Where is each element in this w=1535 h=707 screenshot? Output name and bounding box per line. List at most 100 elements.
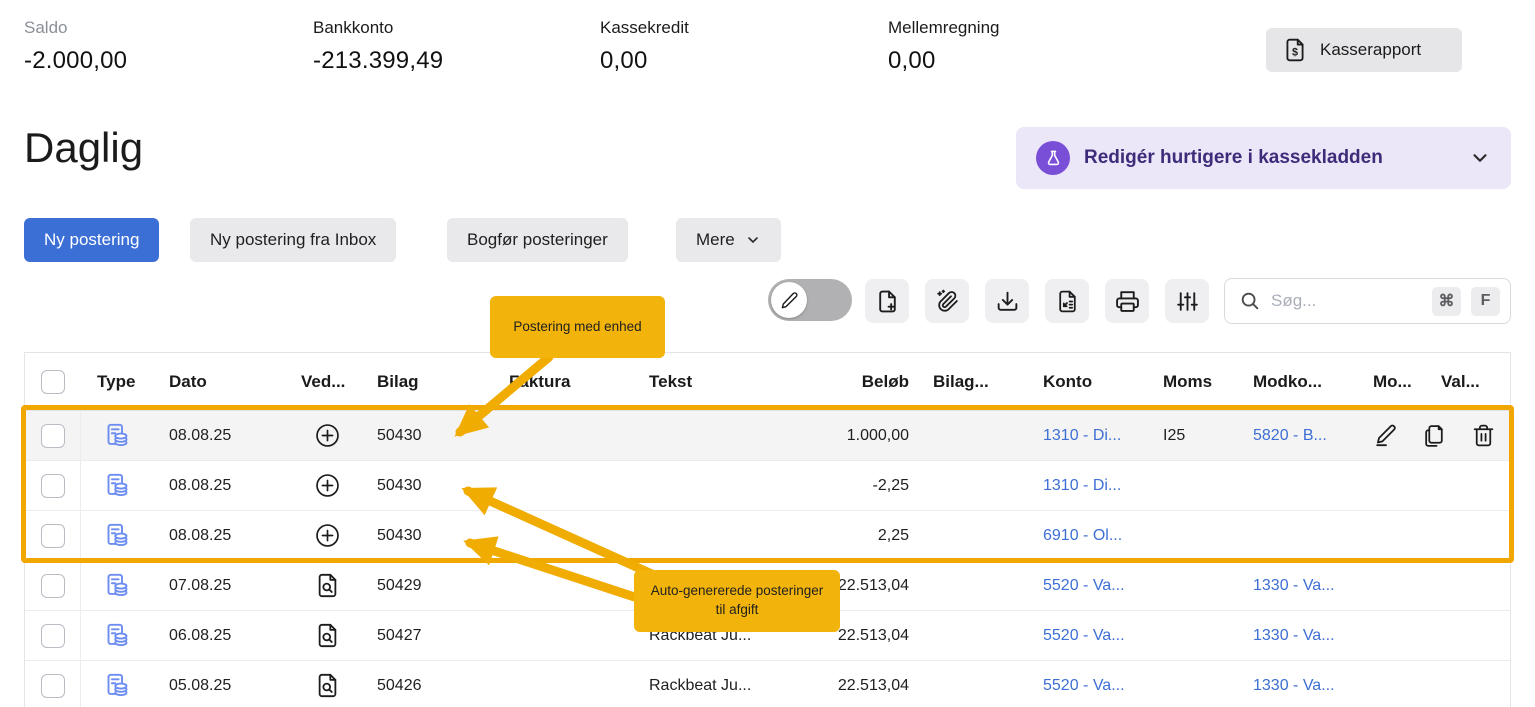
date-cell: 07.08.25 [153,577,293,595]
add-attachment-icon[interactable] [314,522,341,549]
chevron-down-icon [1469,147,1491,169]
stat-label: Bankkonto [313,18,443,38]
print-icon [1115,289,1140,314]
stat-mellemregning: Mellemregning 0,00 [888,18,1000,75]
account-link[interactable]: 5520 - Va... [1027,677,1147,695]
search-box: ⌘ F [1224,278,1511,324]
finance-voucher-icon [104,522,131,549]
header-moms[interactable]: Moms [1147,372,1237,392]
header-dato[interactable]: Dato [153,372,293,392]
column-settings-button[interactable] [1165,279,1209,323]
new-document-button[interactable] [865,279,909,323]
search-icon [1239,290,1261,312]
export-file-icon [1055,289,1080,314]
account-link[interactable]: 1310 - Di... [1027,477,1147,495]
new-entry-inbox-label: Ny postering fra Inbox [210,230,376,250]
text-cell: Rackbeat Ju... [633,677,833,695]
new-entry-from-inbox-button[interactable]: Ny postering fra Inbox [190,218,396,262]
delete-icon [1471,423,1496,448]
contra-account-link[interactable]: 1330 - Va... [1237,677,1357,695]
smart-attach-button[interactable] [925,279,969,323]
stat-label: Mellemregning [888,18,1000,38]
print-button[interactable] [1105,279,1149,323]
stat-value: 0,00 [888,47,1000,75]
stat-value: -2.000,00 [24,47,127,75]
edit-button[interactable] [1373,423,1398,448]
view-attachment-icon[interactable] [314,572,341,599]
more-button[interactable]: Mere [676,218,781,262]
page-title: Daglig [24,124,143,172]
row-checkbox[interactable] [41,624,65,648]
stat-kassekredit: Kassekredit 0,00 [600,18,689,75]
stat-bankkonto: Bankkonto -213.399,49 [313,18,443,75]
header-faktura[interactable]: Faktura [493,372,633,392]
stat-label: Kassekredit [600,18,689,38]
search-input[interactable] [1271,291,1422,311]
row-checkbox[interactable] [41,474,65,498]
table-row[interactable]: 05.08.25 50426 Rackbeat Ju... 22.513,04 … [25,661,1510,707]
header-bilag[interactable]: Bilag [361,372,493,392]
new-document-icon [875,289,900,314]
voucher-cell: 50430 [361,527,493,545]
add-attachment-icon[interactable] [314,422,341,449]
contra-account-link[interactable]: 1330 - Va... [1237,627,1357,645]
callout-auto-tax: Auto-genererede posteringer til afgift [634,570,840,632]
header-vedhaeft[interactable]: Ved... [293,372,361,392]
amount-cell: 22.513,04 [833,577,917,595]
contra-account-link[interactable]: 5820 - B... [1237,427,1357,445]
table-row[interactable]: 08.08.25 50430 -2,25 1310 - Di... [25,461,1510,511]
row-checkbox[interactable] [41,674,65,698]
row-actions [1373,411,1496,460]
header-tekst[interactable]: Tekst [633,372,833,392]
account-link[interactable]: 5520 - Va... [1027,627,1147,645]
smart-attach-icon [935,289,960,314]
add-attachment-icon[interactable] [314,472,341,499]
amount-cell: -2,25 [833,477,917,495]
header-bilag2[interactable]: Bilag... [917,372,1027,392]
table-row[interactable]: 08.08.25 50430 2,25 6910 - Ol... [25,511,1510,561]
account-link[interactable]: 6910 - Ol... [1027,527,1147,545]
delete-button[interactable] [1471,423,1496,448]
export-file-button[interactable] [1045,279,1089,323]
amount-cell: 22.513,04 [833,627,917,645]
import-button[interactable] [985,279,1029,323]
finance-voucher-icon [104,422,131,449]
header-momsbelob[interactable]: Mo... [1357,372,1425,392]
cash-report-icon: $ [1282,37,1308,63]
book-entries-button[interactable]: Bogfør posteringer [447,218,628,262]
account-link[interactable]: 1310 - Di... [1027,427,1147,445]
header-modkonto[interactable]: Modko... [1237,372,1357,392]
import-icon [995,289,1020,314]
header-valuta[interactable]: Val... [1425,372,1510,392]
cash-report-button[interactable]: $ Kasserapport [1266,28,1462,72]
table-header-row: Type Dato Ved... Bilag Faktura Tekst Bel… [25,353,1510,411]
shortcut-f-key: F [1471,287,1500,316]
select-all-checkbox[interactable] [41,370,65,394]
row-checkbox[interactable] [41,524,65,548]
new-entry-button[interactable]: Ny postering [24,218,159,262]
date-cell: 08.08.25 [153,427,293,445]
account-link[interactable]: 5520 - Va... [1027,577,1147,595]
vat-cell: I25 [1147,427,1237,445]
row-checkbox[interactable] [41,574,65,598]
voucher-cell: 50430 [361,427,493,445]
book-entries-label: Bogfør posteringer [467,230,608,250]
stat-label: Saldo [24,18,127,38]
promo-banner[interactable]: Redigér hurtigere i kassekladden [1016,127,1511,189]
cash-report-label: Kasserapport [1320,40,1421,60]
more-label: Mere [696,230,735,250]
date-cell: 08.08.25 [153,477,293,495]
table-row[interactable]: 08.08.25 50430 1.000,00 1310 - Di... I25… [25,411,1510,461]
row-checkbox[interactable] [41,424,65,448]
view-attachment-icon[interactable] [314,622,341,649]
stat-saldo: Saldo -2.000,00 [24,18,127,75]
header-type[interactable]: Type [81,372,153,392]
view-attachment-icon[interactable] [314,672,341,699]
header-belob[interactable]: Beløb [833,372,917,392]
contra-account-link[interactable]: 1330 - Va... [1237,577,1357,595]
date-cell: 06.08.25 [153,627,293,645]
copy-button[interactable] [1422,423,1447,448]
edit-mode-toggle[interactable] [768,279,852,321]
amount-cell: 2,25 [833,527,917,545]
header-konto[interactable]: Konto [1027,372,1147,392]
